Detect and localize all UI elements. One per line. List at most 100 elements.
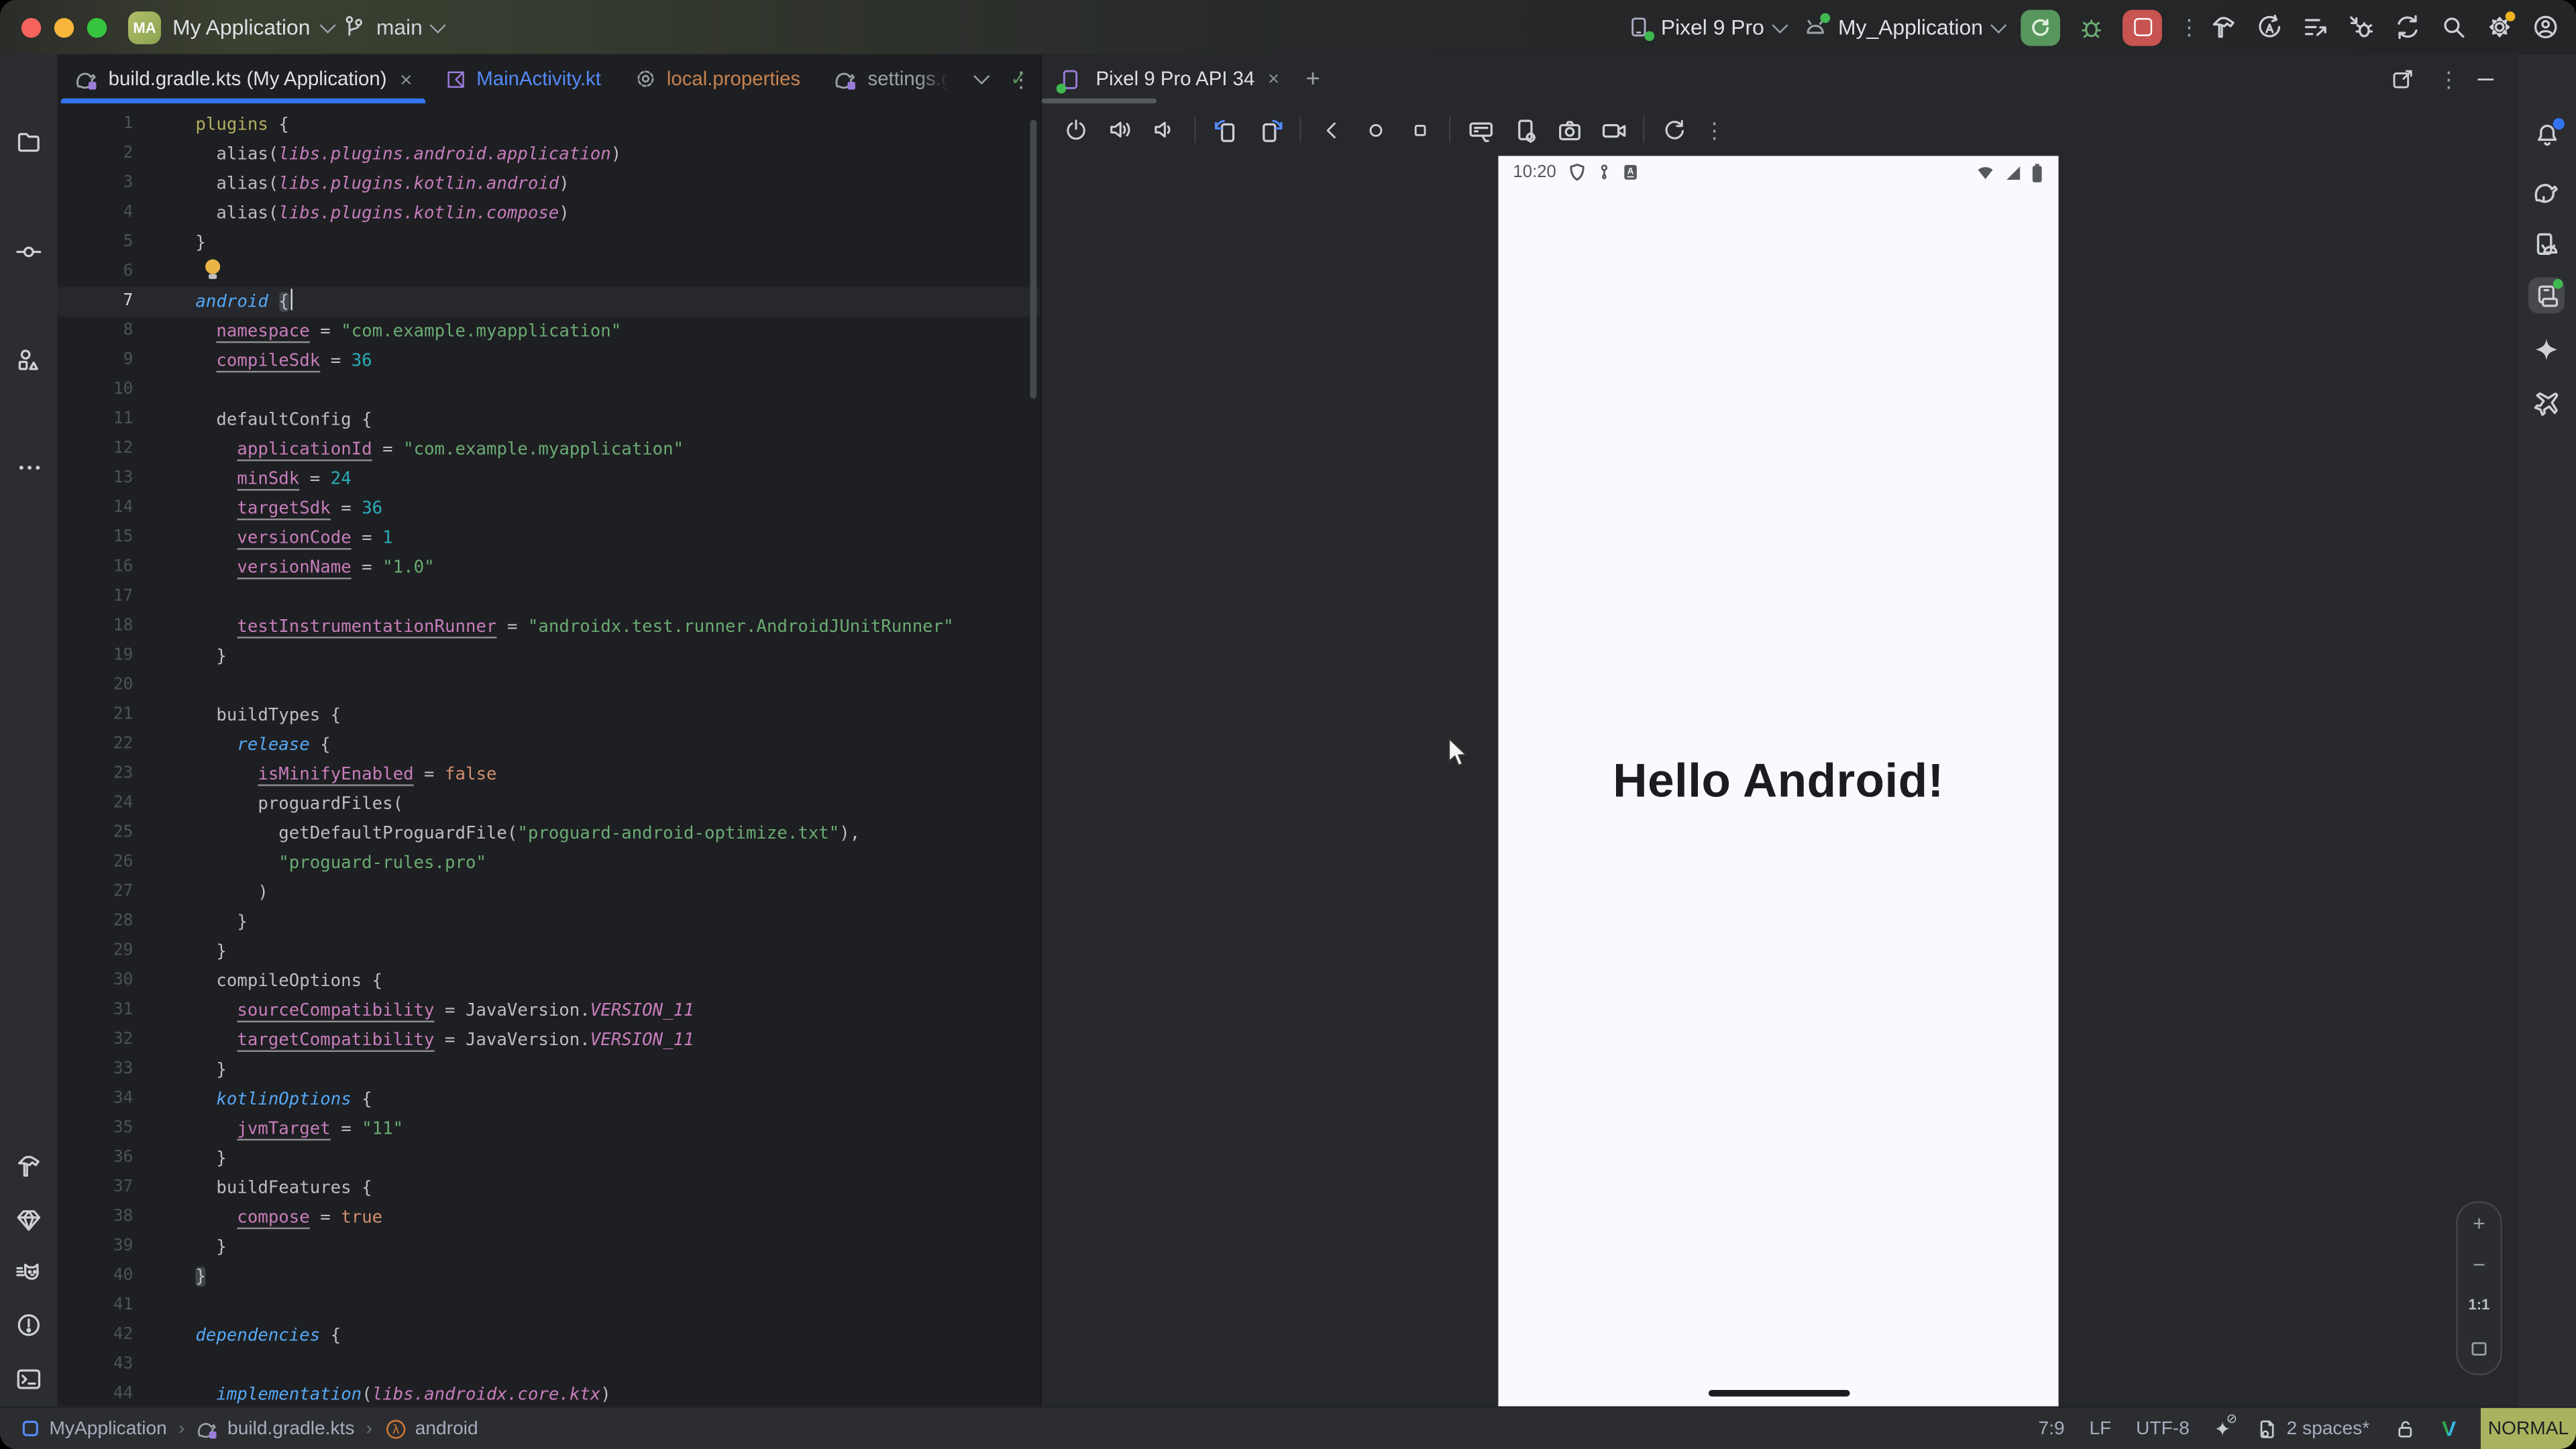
profiler-button[interactable]: [2300, 12, 2330, 42]
line-number[interactable]: 38: [58, 1203, 133, 1232]
line-number[interactable]: 29: [58, 937, 133, 967]
code-line[interactable]: 10: [58, 376, 1040, 405]
code-line[interactable]: 31 sourceCompatibility = JavaVersion.VER…: [58, 996, 1040, 1026]
settings-button[interactable]: [2484, 12, 2514, 42]
code-line[interactable]: 39 }: [58, 1232, 1040, 1262]
code-line[interactable]: 18 testInstrumentationRunner = "androidx…: [58, 612, 1040, 641]
line-number[interactable]: 12: [58, 435, 133, 464]
line-number[interactable]: 15: [58, 523, 133, 553]
rotate-ccw-icon[interactable]: [1211, 115, 1240, 144]
overview-icon[interactable]: [1405, 115, 1434, 144]
code-line[interactable]: 29 }: [58, 937, 1040, 967]
code-line[interactable]: 32 targetCompatibility = JavaVersion.VER…: [58, 1026, 1040, 1055]
minimize-window-button[interactable]: [54, 18, 74, 38]
chevron-down-icon[interactable]: [973, 68, 989, 85]
line-number[interactable]: 28: [58, 908, 133, 937]
line-number[interactable]: 27: [58, 878, 133, 908]
line-number[interactable]: 33: [58, 1055, 133, 1085]
code-line[interactable]: 28 }: [58, 908, 1040, 937]
home-icon[interactable]: [1360, 115, 1390, 144]
code-line[interactable]: 17: [58, 582, 1040, 612]
code-line[interactable]: 21 buildTypes {: [58, 701, 1040, 731]
line-number[interactable]: 24: [58, 790, 133, 819]
tab-local-properties[interactable]: local.properties: [617, 54, 816, 103]
project-tool-button[interactable]: [11, 123, 47, 159]
code-line[interactable]: 20: [58, 671, 1040, 700]
code-line[interactable]: 38 compose = true: [58, 1203, 1040, 1232]
back-icon[interactable]: [1316, 115, 1346, 144]
inspection-ok-check-icon[interactable]: ✓: [1010, 67, 1027, 90]
code-line[interactable]: 40}: [58, 1262, 1040, 1291]
volume-up-icon[interactable]: [1106, 115, 1135, 144]
power-icon[interactable]: [1061, 115, 1091, 144]
tab-settings-gradle[interactable]: settings.g: [817, 54, 969, 103]
device-manager-tool-button[interactable]: [2528, 227, 2565, 263]
line-number[interactable]: 16: [58, 553, 133, 582]
quickfix-bulb-icon[interactable]: [205, 260, 221, 281]
send-feedback-tool-button[interactable]: [2528, 386, 2565, 422]
debug-button[interactable]: [2077, 12, 2106, 42]
zoom-out-button[interactable]: −: [2473, 1256, 2485, 1273]
search-everywhere-button[interactable]: [2438, 12, 2467, 42]
line-number[interactable]: 39: [58, 1232, 133, 1262]
vim-mode-indicator[interactable]: NORMAL: [2481, 1408, 2576, 1449]
rerun-button[interactable]: [2021, 9, 2060, 45]
line-number[interactable]: 37: [58, 1173, 133, 1203]
line-number[interactable]: 2: [58, 140, 133, 169]
update-project-button[interactable]: [2392, 12, 2422, 42]
line-number[interactable]: 5: [58, 228, 133, 258]
restart-icon[interactable]: [1659, 115, 1688, 144]
device-selector[interactable]: Pixel 9 Pro: [1626, 15, 1785, 40]
code-line[interactable]: 24 proguardFiles(: [58, 790, 1040, 819]
resource-manager-tool-button[interactable]: [11, 341, 47, 378]
code-editor[interactable]: 1plugins {2 alias(libs.plugins.android.a…: [58, 103, 1040, 1408]
more-run-options-button[interactable]: ⋮: [2178, 23, 2192, 31]
code-line[interactable]: 7android {: [58, 287, 1040, 317]
line-number[interactable]: 43: [58, 1350, 133, 1380]
code-line[interactable]: 9 compileSdk = 36: [58, 346, 1040, 376]
profile-button[interactable]: [2530, 12, 2559, 42]
line-number[interactable]: 36: [58, 1144, 133, 1173]
keyboard-icon[interactable]: [1465, 115, 1495, 144]
code-line[interactable]: 22 release {: [58, 731, 1040, 760]
code-line[interactable]: 41: [58, 1291, 1040, 1321]
line-number[interactable]: 25: [58, 819, 133, 849]
line-number[interactable]: 26: [58, 849, 133, 878]
device-more-button[interactable]: ⋮: [1704, 125, 1717, 133]
rotate-cw-icon[interactable]: [1255, 115, 1285, 144]
code-line[interactable]: 36 }: [58, 1144, 1040, 1173]
panel-options-button[interactable]: ⋮: [2438, 74, 2451, 83]
code-line[interactable]: 26 "proguard-rules.pro": [58, 849, 1040, 878]
line-number[interactable]: 4: [58, 199, 133, 228]
sync-project-button[interactable]: [2254, 12, 2284, 42]
line-number[interactable]: 41: [58, 1291, 133, 1321]
tab-mainactivity-kt[interactable]: MainActivity.kt: [429, 54, 617, 103]
project-widget[interactable]: MA My Application: [128, 0, 333, 54]
code-line[interactable]: 13 minSdk = 24: [58, 464, 1040, 494]
line-number[interactable]: 1: [58, 110, 133, 140]
code-line[interactable]: 15 versionCode = 1: [58, 523, 1040, 553]
device-settings-icon[interactable]: [1510, 115, 1540, 144]
code-line[interactable]: 6: [58, 258, 1040, 287]
code-line[interactable]: 23 isMinifyEnabled = false: [58, 760, 1040, 790]
code-line[interactable]: 27 ): [58, 878, 1040, 908]
stop-button[interactable]: [2123, 9, 2162, 45]
line-number[interactable]: 22: [58, 731, 133, 760]
line-number[interactable]: 40: [58, 1262, 133, 1291]
vcs-branch-widget[interactable]: main: [341, 0, 443, 54]
line-number[interactable]: 3: [58, 169, 133, 199]
zoom-fit-button[interactable]: [2467, 1338, 2490, 1360]
code-line[interactable]: 4 alias(libs.plugins.kotlin.compose): [58, 199, 1040, 228]
line-number[interactable]: 7: [58, 287, 133, 317]
unlocked-icon[interactable]: [2394, 1417, 2417, 1440]
code-line[interactable]: 25 getDefaultProguardFile("proguard-andr…: [58, 819, 1040, 849]
code-line[interactable]: 11 defaultConfig {: [58, 405, 1040, 435]
code-line[interactable]: 1plugins {: [58, 110, 1040, 140]
tab-build-gradle-kts[interactable]: build.gradle.kts (My Application) ×: [58, 54, 429, 103]
line-number[interactable]: 6: [58, 258, 133, 287]
run-configuration-selector[interactable]: My_Application: [1802, 14, 2004, 40]
build-button[interactable]: [2208, 12, 2237, 42]
more-tool-windows-button[interactable]: [11, 449, 47, 486]
code-line[interactable]: 43: [58, 1350, 1040, 1380]
code-line[interactable]: 35 jvmTarget = "11": [58, 1114, 1040, 1144]
